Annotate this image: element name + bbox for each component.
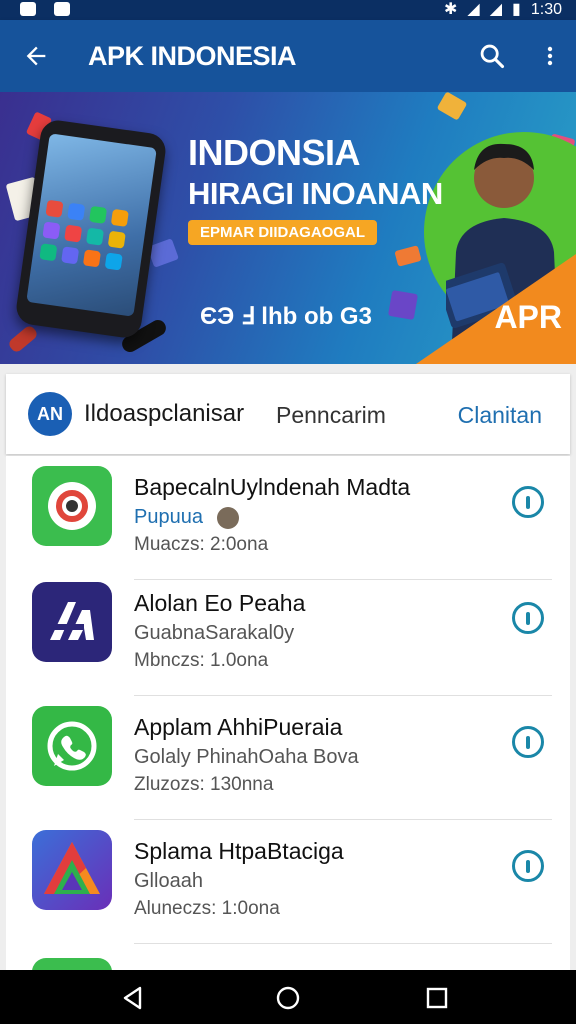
banner-corner-label: APR: [494, 299, 562, 335]
deco-shape: [7, 323, 39, 355]
list-item-partial[interactable]: [6, 944, 570, 970]
app-subtitle: Glloaah: [134, 870, 203, 892]
app-icon-1: [32, 466, 112, 546]
app-icon-5: [32, 958, 112, 970]
section-title: Ildoaspclanisar: [84, 400, 245, 427]
banner-footer: ЄЭ Ⅎ lhb ob G3: [200, 303, 372, 330]
signal-icon: ◢: [489, 1, 503, 18]
app-title: BapecalnUylndenah Madta: [134, 474, 411, 500]
app-meta: Mbnczs: 1.0ona: [134, 650, 269, 671]
list-item[interactable]: Splama HtpaBtaciga Glloaah Aluneczs: 1:0…: [6, 820, 570, 944]
promo-banner[interactable]: INDONSIA HIRAGI INOANAN EPMAR DIIDAGAOGA…: [0, 92, 576, 364]
status-time: 1:30: [530, 1, 562, 18]
app-icon-4: [32, 830, 112, 910]
app-meta: Zluzozs: 130nna: [134, 774, 274, 795]
app-subtitle: GuabnaSarakal0y: [134, 622, 295, 644]
app-meta: Aluneczs: 1:0ona: [134, 898, 280, 919]
list-item[interactable]: BapecalnUylndenah Madta Pupuua Muaczs: 2…: [6, 456, 570, 580]
more-vert-icon[interactable]: [538, 42, 562, 70]
app-meta: Muaczs: 2:0ona: [134, 534, 269, 555]
app-title: APK INDONESIA: [88, 41, 297, 71]
avatar: AN: [28, 392, 72, 436]
section-subtitle: Penncarim: [276, 402, 386, 428]
app-title: Applam AhhiPueraia: [134, 714, 343, 740]
wifi-icon: ◢: [467, 1, 480, 18]
app-title: Alolan Eo Peaha: [134, 590, 306, 616]
navigation-bar: [0, 970, 576, 1024]
home-nav-icon[interactable]: [275, 985, 301, 1011]
section-header-card: AN Ildoaspclanisar Penncarim Clanitan: [6, 374, 570, 454]
app-title: Splama HtpaBtaciga: [134, 838, 344, 864]
banner-subheading: HIRAGI INOANAN: [188, 176, 443, 211]
info-button[interactable]: [512, 486, 544, 518]
notification-icon: [20, 2, 36, 16]
phone-illustration: [14, 118, 168, 340]
user-badge-icon: [216, 506, 239, 529]
back-arrow-icon[interactable]: [22, 42, 50, 70]
bluetooth-icon: ✱: [444, 1, 458, 18]
app-icon-2: [32, 582, 112, 662]
search-icon[interactable]: [478, 42, 506, 70]
battery-icon: ▮: [512, 1, 521, 18]
app-subtitle-wrap: Pupuua: [134, 506, 239, 529]
list-item[interactable]: Alolan Eo Peaha GuabnaSarakal0y Mbnczs: …: [6, 572, 570, 696]
deco-shape: [436, 92, 468, 121]
info-button[interactable]: [512, 726, 544, 758]
list-item[interactable]: Applam AhhiPueraia Golaly PhinahOaha Bov…: [6, 696, 570, 820]
back-nav-icon[interactable]: [120, 985, 146, 1011]
notification-icon: [54, 2, 70, 16]
app-bar: APK INDONESIA: [0, 20, 576, 92]
deco-shape: [387, 289, 419, 321]
app-subtitle: Pupuua: [134, 506, 203, 528]
banner-pill: EPMAR DIIDAGAOGAL: [188, 220, 377, 245]
info-button[interactable]: [512, 850, 544, 882]
info-button[interactable]: [512, 602, 544, 634]
status-bar: ✱ ◢ ◢ ▮ 1:30: [0, 0, 576, 20]
banner-heading: INDONSIA: [188, 132, 361, 173]
app-icon-3: [32, 706, 112, 786]
app-list: BapecalnUylndenah Madta Pupuua Muaczs: 2…: [6, 456, 570, 970]
recents-nav-icon[interactable]: [425, 986, 449, 1010]
section-action-link[interactable]: Clanitan: [458, 402, 542, 429]
app-subtitle: Golaly PhinahOaha Bova: [134, 746, 359, 768]
